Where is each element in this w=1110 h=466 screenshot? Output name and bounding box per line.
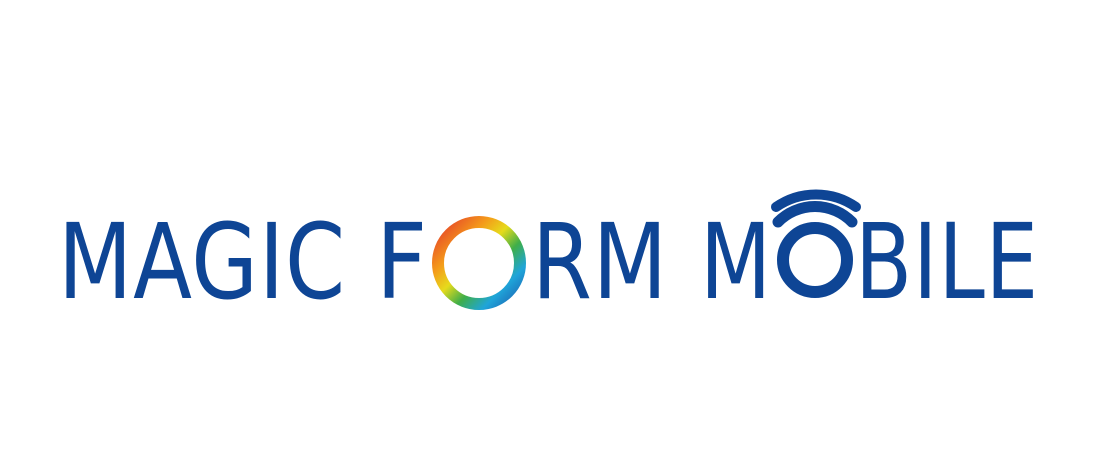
wifi-signal-icon [771, 189, 861, 298]
magic-form-mobile-logo: MAGIC F RM M BILE [58, 189, 1039, 323]
logo-letter-m: M [700, 201, 772, 323]
rainbow-ring-icon [432, 216, 526, 310]
logo-letters-bile: BILE [855, 201, 1039, 323]
logo-letters-rm: RM [532, 201, 668, 323]
logo-letter-f: F [376, 201, 428, 323]
logo-word-magic: MAGIC [58, 201, 346, 323]
